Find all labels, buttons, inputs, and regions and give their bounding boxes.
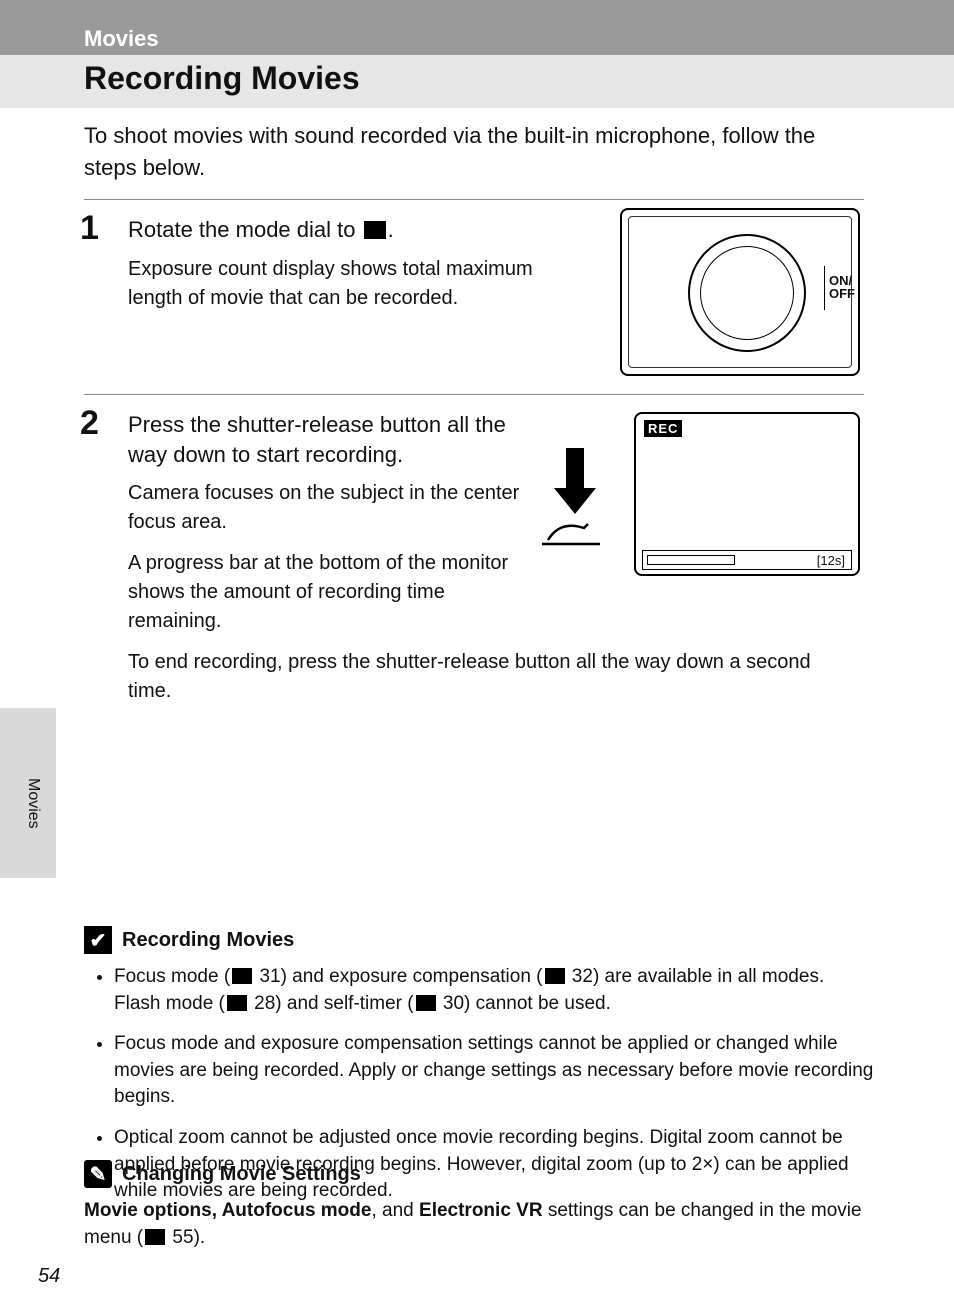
step-body-text: Exposure count display shows total maxim… — [128, 255, 558, 313]
step-body: Exposure count display shows total maxim… — [128, 255, 558, 313]
t: ). — [194, 1227, 206, 1248]
divider — [84, 199, 864, 200]
step-heading: Press the shutter-release button all the… — [128, 410, 508, 469]
check-icon: ✔ — [84, 926, 112, 954]
note-changing-settings: ✎ Changing Movie Settings Movie options,… — [84, 1160, 874, 1251]
movie-mode-icon — [364, 221, 386, 239]
t: , and — [371, 1200, 419, 1221]
t: ) cannot be used. — [464, 993, 611, 1014]
step-body-wide: To end recording, press the shutter-rele… — [128, 648, 848, 706]
t: 28 — [254, 993, 275, 1014]
note-bullet: Focus mode ( 31) and exposure compensati… — [114, 964, 874, 1017]
mode-dial-icon — [688, 234, 806, 352]
step-number: 2 — [80, 404, 99, 443]
side-label: Movies — [24, 778, 42, 829]
step-body: Camera focuses on the subject in the cen… — [128, 479, 528, 636]
t: Movie options, Autofocus mode — [84, 1200, 371, 1221]
step-body-text: To end recording, press the shutter-rele… — [128, 648, 848, 706]
page-ref-icon — [416, 995, 436, 1011]
rec-indicator: REC — [644, 420, 682, 437]
onoff-label: ON/ OFF — [824, 266, 858, 310]
step-number: 1 — [80, 209, 99, 248]
step-head-post: . — [388, 217, 394, 242]
note-title: Changing Movie Settings — [122, 1163, 361, 1186]
intro-para: To shoot movies with sound recorded via … — [84, 120, 864, 184]
note-title-row: ✎ Changing Movie Settings — [84, 1160, 874, 1188]
note-title: Recording Movies — [122, 929, 294, 952]
timecode: [12s] — [817, 553, 845, 568]
t: Focus mode ( — [114, 966, 230, 987]
step-body-text: Camera focuses on the subject in the cen… — [128, 479, 528, 537]
illustration-rec-screen: REC [12s] — [634, 412, 860, 576]
t: 32 — [572, 966, 593, 987]
page-ref-icon — [545, 968, 565, 984]
info-icon: ✎ — [84, 1160, 112, 1188]
note-title-row: ✔ Recording Movies — [84, 926, 874, 954]
progress-bar — [647, 555, 735, 565]
t: 31 — [259, 966, 280, 987]
illustration-mode-dial: ON/ OFF — [620, 208, 860, 376]
step-heading: Rotate the mode dial to . — [128, 215, 618, 245]
progress-row: [12s] — [642, 550, 852, 570]
timecode-value: 12s — [820, 553, 841, 568]
page-title: Recording Movies — [84, 60, 360, 97]
note-bullet: Focus mode and exposure compensation set… — [114, 1031, 874, 1111]
step-body-text: A progress bar at the bottom of the moni… — [128, 549, 528, 636]
t: ) and exposure compensation ( — [281, 966, 543, 987]
page-ref-icon — [145, 1229, 165, 1245]
press-arrow-icon — [540, 448, 610, 548]
t: Electronic VR — [419, 1200, 543, 1221]
page-number: 54 — [38, 1265, 60, 1288]
divider — [84, 394, 864, 395]
step-head-pre: Rotate the mode dial to — [128, 217, 362, 242]
t: ) and self-timer ( — [275, 993, 413, 1014]
t: 30 — [443, 993, 464, 1014]
t: 55 — [172, 1227, 193, 1248]
page-ref-icon — [232, 968, 252, 984]
section-label: Movies — [84, 26, 159, 52]
note-para: Movie options, Autofocus mode, and Elect… — [84, 1198, 874, 1251]
page-ref-icon — [227, 995, 247, 1011]
